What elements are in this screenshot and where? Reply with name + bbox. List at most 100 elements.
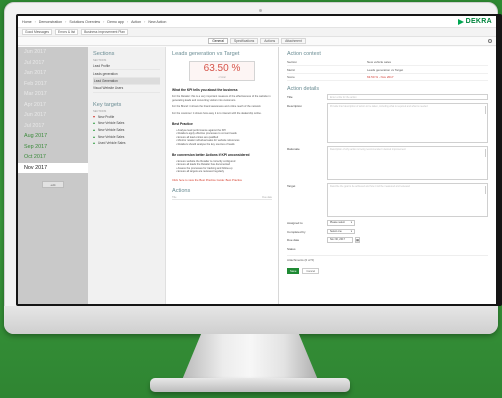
breadcrumb-item[interactable]: Demonstration bbox=[39, 20, 62, 24]
kpi-paragraph: For the customer: it shows how easy it i… bbox=[172, 111, 262, 115]
period-item[interactable]: Mar 2017 bbox=[18, 89, 88, 100]
breadcrumb-separator: › bbox=[65, 19, 67, 24]
key-target-row[interactable]: New Profile bbox=[93, 114, 160, 121]
section-item[interactable]: Lead Profile bbox=[93, 63, 160, 71]
description-label: Description bbox=[287, 104, 303, 109]
best-practice-heading: Best Practice bbox=[172, 122, 193, 126]
tab-specifications[interactable]: Specifications bbox=[229, 38, 259, 44]
period-item[interactable]: Sep 2017 bbox=[18, 142, 88, 153]
title-row: Title Enter a title for the action bbox=[287, 94, 488, 101]
key-target-row[interactable]: New Vehicle Sales bbox=[93, 127, 160, 134]
tab-bar: General Specifications Actions Attachment bbox=[18, 37, 496, 46]
action-context-title: Action context bbox=[287, 51, 321, 57]
monitor-stand-foot bbox=[150, 378, 350, 392]
tab-attachment[interactable]: Attachment bbox=[281, 38, 306, 44]
sections-title: Sections bbox=[93, 51, 115, 57]
cancel-button[interactable]: Cancel bbox=[302, 267, 320, 274]
monitor-stand-neck bbox=[182, 334, 318, 380]
kpi-detail-panel: Leads generation vs Target 63.50 % of to… bbox=[166, 47, 278, 304]
brand-logo[interactable]: DEKRA bbox=[457, 18, 492, 25]
section-item[interactable]: Lead Generation bbox=[93, 77, 160, 86]
breadcrumb-item[interactable]: Action bbox=[131, 20, 141, 24]
breadcrumb: Home › Demonstration › Solutions Overview › De… bbox=[22, 20, 458, 24]
brand-name: DEKRA bbox=[465, 18, 492, 25]
save-button[interactable]: Save bbox=[287, 267, 300, 274]
chevron-down-icon: ▾ bbox=[350, 229, 352, 233]
breadcrumb-item[interactable]: Solutions Overview bbox=[69, 20, 100, 24]
actions-table-header: Title Due date bbox=[172, 194, 272, 200]
monitor-chin bbox=[4, 306, 498, 334]
target-textarea[interactable]: Describe the goal to be achieved and how… bbox=[327, 183, 488, 218]
key-target-label: New Vehicle Sales bbox=[98, 127, 125, 132]
period-item[interactable]: Feb 2017 bbox=[18, 79, 88, 90]
period-item[interactable]: Oct 2017 bbox=[18, 152, 88, 163]
completed-label: Completed by bbox=[287, 229, 306, 234]
section-item[interactable]: Visual Website Users bbox=[93, 85, 160, 93]
completed-value: Select one bbox=[330, 229, 342, 233]
period-item[interactable]: Jun 2017 bbox=[18, 110, 88, 121]
period-item[interactable]: Apr 2017 bbox=[18, 100, 88, 111]
chevron-down-icon: ▾ bbox=[350, 221, 352, 225]
key-target-row[interactable]: Used Vehicle Sales bbox=[93, 140, 160, 147]
title-input[interactable]: Enter a title for the action bbox=[327, 94, 488, 101]
period-item[interactable]: Jan 2017 bbox=[18, 68, 88, 79]
context-row: Section New vehicle sales bbox=[287, 59, 488, 67]
form-buttons: Save Cancel bbox=[287, 267, 488, 274]
kpi-label: of total bbox=[218, 76, 226, 79]
tab-general[interactable]: General bbox=[208, 38, 228, 44]
period-item[interactable]: Jul 2017 bbox=[18, 58, 88, 69]
key-target-label: New Profile bbox=[98, 114, 115, 119]
calendar-icon[interactable]: ▦ bbox=[355, 237, 360, 243]
period-item[interactable]: Jul 2017 bbox=[18, 121, 88, 132]
description-row: Description Provide brief description of… bbox=[287, 103, 488, 144]
context-row: Score 63.50 % - Nov 2017 bbox=[287, 74, 488, 82]
target-label: Target bbox=[287, 184, 296, 189]
tab-actions[interactable]: Actions bbox=[260, 38, 280, 44]
breadcrumb-item[interactable]: Home bbox=[22, 20, 32, 24]
key-target-label: Used Vehicle Sales bbox=[98, 141, 126, 146]
bullet-item: • Retailers should analyse the key sourc… bbox=[176, 142, 235, 146]
period-item[interactable]: Aug 2017 bbox=[18, 131, 88, 142]
due-date-input[interactable]: Nov 30, 2017 bbox=[327, 237, 353, 243]
search-icon[interactable] bbox=[488, 39, 492, 43]
toolbar-button[interactable]: Business improvement Plan bbox=[81, 29, 128, 35]
rail-edit-button[interactable]: edit bbox=[42, 181, 64, 188]
target-scrollbar[interactable] bbox=[484, 186, 486, 195]
context-value: New vehicle sales bbox=[367, 60, 392, 65]
context-key: Section bbox=[287, 60, 298, 65]
period-item[interactable]: Nov 2017 bbox=[18, 162, 88, 173]
completed-select[interactable]: Select one ▾ bbox=[327, 228, 355, 235]
context-key: Metric bbox=[287, 67, 296, 72]
main-body: Jun 2017 Jul 2017 Jan 2017 Feb 2017 Mar 2017… bbox=[18, 47, 496, 304]
section-item[interactable]: Leads generation bbox=[93, 70, 160, 78]
breadcrumb-item[interactable]: Demo app bbox=[107, 20, 124, 24]
toolbar-button[interactable]: Errors & list bbox=[55, 29, 79, 35]
description-scrollbar[interactable] bbox=[484, 106, 486, 115]
rationale-textarea[interactable]: Description of why action is being recom… bbox=[327, 146, 488, 181]
completed-row: Completed by Select one ▾ bbox=[287, 228, 488, 235]
kpi-score-box: 63.50 % of total bbox=[189, 61, 255, 81]
key-target-label: New Vehicle Sales bbox=[98, 121, 125, 126]
toolbar-button[interactable]: Good Messages bbox=[22, 29, 53, 35]
target-row: Target Describe the goal to be achieved … bbox=[287, 183, 488, 218]
target-placeholder: Describe the goal to be achieved and how… bbox=[330, 185, 410, 189]
breadcrumb-item[interactable]: New Action bbox=[148, 20, 166, 24]
attachments-header[interactable]: Attachments (0 of 5) bbox=[287, 254, 488, 262]
key-target-row[interactable]: New Vehicle Sales bbox=[93, 120, 160, 127]
assigned-select[interactable]: Please select ▾ bbox=[327, 220, 355, 226]
key-targets-subtitle: SECTIONS bbox=[93, 109, 107, 113]
sections-list: Lead Profile Leads generation Lead Generat… bbox=[93, 63, 160, 93]
camera-dot bbox=[259, 9, 262, 12]
period-item[interactable]: Jun 2017 bbox=[18, 47, 88, 58]
key-target-row[interactable]: New Vehicle Sales bbox=[93, 133, 160, 140]
description-textarea[interactable]: Provide brief description of action to b… bbox=[327, 103, 488, 144]
context-value: Leads generation vs Target bbox=[367, 67, 404, 72]
status-row: Status bbox=[287, 246, 488, 251]
best-practice-link[interactable]: Click here to view the Best Practice Gui… bbox=[172, 178, 272, 182]
trend-down-icon bbox=[93, 115, 95, 118]
breadcrumb-separator: › bbox=[126, 19, 129, 24]
key-targets-list: New Profile New Vehicle Sales New Vehicle … bbox=[93, 114, 160, 147]
trend-up-icon bbox=[93, 128, 95, 131]
conversion-heading: Be conversion better Actions if KPI unco… bbox=[172, 153, 250, 158]
rationale-scrollbar[interactable] bbox=[484, 149, 486, 158]
